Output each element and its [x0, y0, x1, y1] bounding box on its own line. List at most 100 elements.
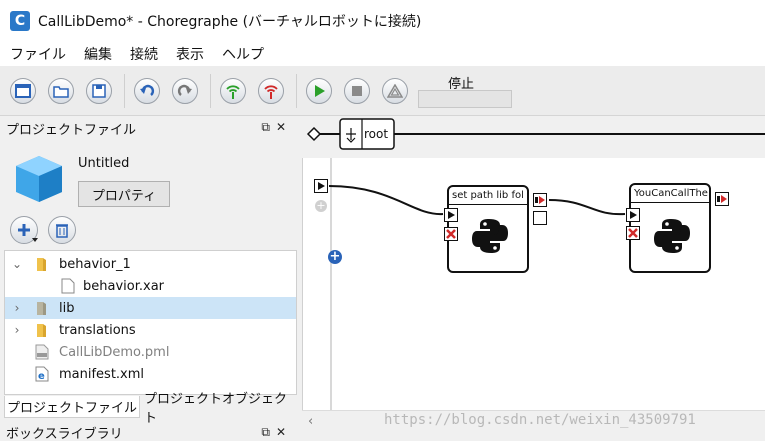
- root-onstart-input[interactable]: [314, 179, 328, 193]
- scroll-left-icon[interactable]: ‹: [308, 414, 313, 429]
- redo-icon: [177, 84, 192, 96]
- redo-button[interactable]: [172, 78, 198, 104]
- close-panel-icon[interactable]: ✕: [276, 120, 292, 134]
- box1-onstopped-output[interactable]: [533, 193, 547, 207]
- watermark-text: https://blog.csdn.net/weixin_43509791: [384, 412, 696, 428]
- window-title: CallLibDemo* - Choregraphe (バーチャルロボットに接続…: [38, 14, 422, 30]
- menu-help[interactable]: ヘルプ: [212, 44, 272, 64]
- box-library-panel-title: ボックスライブラリ: [6, 427, 123, 441]
- stop-port-icon: [628, 228, 638, 238]
- box1-output-port[interactable]: [533, 211, 547, 225]
- toolbar: [0, 66, 765, 116]
- tree-item-pml-file[interactable]: CallLibDemo.pml: [5, 341, 296, 363]
- python-icon: [472, 219, 508, 253]
- stop-button[interactable]: [344, 78, 370, 104]
- menu-edit[interactable]: 編集: [74, 44, 120, 64]
- flow-diagram-canvas[interactable]: + + set path lib fol YouCanCallThe: [302, 158, 765, 410]
- tree-item-label: translations: [59, 322, 136, 338]
- tab-project-objects[interactable]: プロジェクトオブジェクト: [144, 392, 294, 426]
- box-title: YouCanCallThe: [631, 185, 709, 203]
- folder-icon: [37, 302, 46, 315]
- project-name: Untitled: [78, 156, 130, 171]
- stop-icon: [352, 86, 362, 96]
- project-file-tree: ⌄ behavior_1 behavior.xar › lib › transl…: [4, 250, 297, 395]
- tree-item-label: CallLibDemo.pml: [59, 344, 170, 360]
- delete-file-button[interactable]: [48, 216, 76, 244]
- box2-onstop-input[interactable]: [626, 226, 640, 240]
- chevron-down-icon[interactable]: ⌄: [11, 257, 23, 271]
- title-bar: C CallLibDemo* - Choregraphe (バーチャルロボットに…: [0, 0, 765, 42]
- toolbar-separator: [124, 74, 125, 108]
- tree-item-label: lib: [59, 300, 75, 316]
- toolbar-separator: [210, 74, 211, 108]
- stop-port-icon: [446, 229, 456, 239]
- folder-icon: [37, 324, 46, 337]
- tab-project-files[interactable]: プロジェクトファイル: [4, 396, 140, 418]
- link-root-to-box1: [328, 185, 444, 216]
- undo-button[interactable]: [134, 78, 160, 104]
- tree-item-label: behavior.xar: [83, 278, 165, 294]
- panel-controls: ⧉✕: [261, 120, 292, 135]
- choregraphe-logo-icon: C: [10, 11, 30, 31]
- add-input-icon[interactable]: +: [315, 200, 327, 212]
- connect-button[interactable]: [220, 78, 246, 104]
- dropdown-arrow-icon[interactable]: [32, 238, 38, 242]
- run-progress-bar: [418, 90, 512, 108]
- open-project-button[interactable]: [48, 78, 74, 104]
- tree-item-lib-folder[interactable]: › lib: [5, 297, 296, 319]
- tree-item-manifest-file[interactable]: e manifest.xml: [5, 363, 296, 385]
- disconnect-button[interactable]: [258, 78, 284, 104]
- chevron-right-icon[interactable]: ›: [11, 301, 23, 315]
- float-panel-icon[interactable]: ⧉: [261, 120, 276, 134]
- box2-onstart-input[interactable]: [626, 208, 640, 222]
- toolbar-separator: [296, 74, 297, 108]
- menu-file[interactable]: ファイル: [0, 44, 74, 64]
- folder-icon: [37, 258, 46, 271]
- plus-icon: [18, 224, 30, 236]
- properties-button[interactable]: プロパティ: [78, 181, 170, 207]
- xml-file-icon: e: [35, 366, 49, 382]
- open-project-icon: [53, 86, 69, 98]
- diagram-breadcrumb-bar: root: [302, 116, 765, 152]
- tree-item-behavior-xar[interactable]: behavior.xar: [5, 275, 296, 297]
- play-port-icon: [318, 182, 325, 190]
- undo-icon: [140, 84, 155, 96]
- breadcrumb-root-label[interactable]: root: [364, 127, 388, 141]
- debug-button[interactable]: [382, 78, 408, 104]
- project-files-panel-title: プロジェクトファイル: [6, 122, 137, 138]
- stopped-port-icon: [717, 195, 727, 203]
- panel-controls: ⧉✕: [261, 425, 292, 440]
- box-you-can-call-the[interactable]: YouCanCallThe: [629, 183, 711, 273]
- play-port-icon: [630, 211, 637, 219]
- play-port-icon: [448, 211, 455, 219]
- trash-icon: [56, 224, 68, 238]
- box-set-path-lib[interactable]: set path lib fol: [447, 185, 529, 273]
- pml-file-icon: [35, 344, 49, 360]
- save-project-button[interactable]: [86, 78, 112, 104]
- debug-icon: [387, 84, 403, 98]
- box2-onstopped-output[interactable]: [715, 192, 729, 206]
- disconnect-icon: [264, 85, 278, 99]
- new-project-icon: [15, 84, 31, 98]
- box-title: set path lib fol: [449, 187, 527, 205]
- svg-text:e: e: [38, 371, 45, 382]
- link-box1-to-box2: [548, 199, 626, 216]
- play-button[interactable]: [306, 78, 332, 104]
- tree-item-translations-folder[interactable]: › translations: [5, 319, 296, 341]
- float-panel-icon[interactable]: ⧉: [261, 425, 276, 439]
- project-info-area: Untitled プロパティ: [0, 140, 298, 250]
- menu-view[interactable]: 表示: [166, 44, 212, 64]
- box1-onstart-input[interactable]: [444, 208, 458, 222]
- menu-bar: ファイル 編集 接続 表示 ヘルプ: [0, 42, 765, 66]
- new-project-button[interactable]: [10, 78, 36, 104]
- play-icon: [315, 85, 325, 97]
- connect-icon: [226, 85, 240, 99]
- stopped-port-icon: [535, 196, 545, 204]
- tree-item-behavior-folder[interactable]: ⌄ behavior_1: [5, 253, 296, 275]
- tree-item-label: manifest.xml: [59, 366, 145, 382]
- chevron-right-icon[interactable]: ›: [11, 323, 23, 337]
- box1-onstop-input[interactable]: [444, 227, 458, 241]
- close-panel-icon[interactable]: ✕: [276, 425, 292, 439]
- menu-connection[interactable]: 接続: [120, 44, 166, 64]
- add-output-icon[interactable]: +: [328, 250, 342, 264]
